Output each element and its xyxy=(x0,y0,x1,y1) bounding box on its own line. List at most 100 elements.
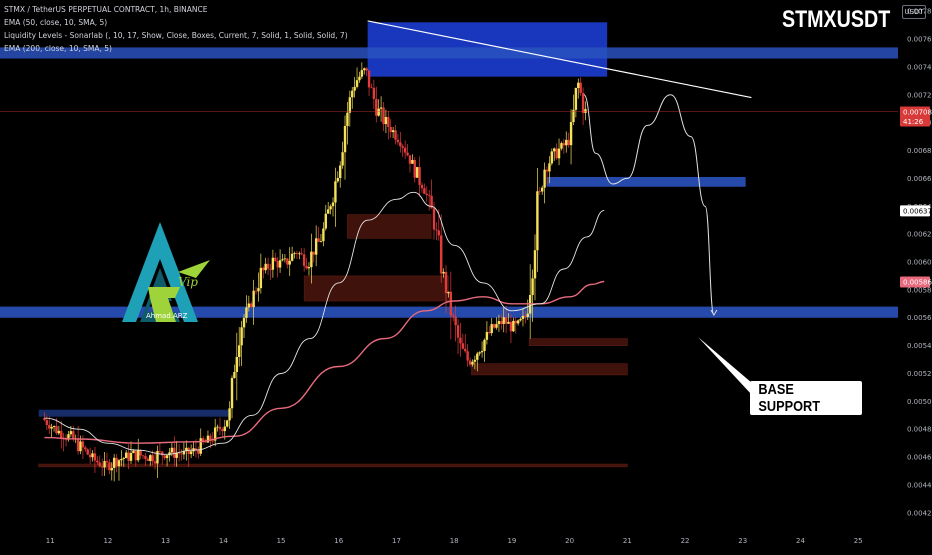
candle-down xyxy=(420,184,424,189)
candle-up xyxy=(112,457,116,468)
candle-down xyxy=(408,155,412,164)
indicator-ema200-legend[interactable]: EMA (200, close, 10, SMA, 5) xyxy=(4,44,112,53)
candle-up xyxy=(199,438,202,454)
candle-down xyxy=(432,208,436,230)
candle-up xyxy=(490,324,493,334)
candle-down xyxy=(418,167,421,185)
price-tick-label: 0.00680 xyxy=(907,147,932,155)
candle-down xyxy=(452,315,455,317)
candle-up xyxy=(502,317,505,324)
candle-up xyxy=(574,88,578,110)
time-tick-label: 15 xyxy=(277,537,286,545)
candle-down xyxy=(96,460,99,463)
candle-up xyxy=(283,258,287,260)
time-tick-label: 20 xyxy=(565,537,574,545)
candle-down xyxy=(514,320,517,324)
candle-up xyxy=(557,148,561,159)
candle-up xyxy=(225,420,229,427)
candle-up xyxy=(189,451,193,455)
candle-down xyxy=(406,152,409,156)
candle-down xyxy=(444,271,448,294)
candle-up xyxy=(565,139,568,146)
indicator-liquidity-legend[interactable]: Liquidity Levels - Sonarlab (, 10, 17, S… xyxy=(4,31,348,40)
candle-down xyxy=(367,70,371,88)
candle-up xyxy=(480,350,484,353)
time-tick-label: 11 xyxy=(46,537,55,545)
currency-badge[interactable]: USDT xyxy=(902,5,926,19)
candle-down xyxy=(146,458,150,461)
candle-down xyxy=(84,447,87,450)
candle-down xyxy=(488,332,491,334)
price-axis-panel[interactable] xyxy=(898,0,932,550)
candle-up xyxy=(91,453,94,458)
time-tick-label: 17 xyxy=(392,537,401,545)
candle-up xyxy=(384,117,388,125)
time-tick-label: 18 xyxy=(450,537,459,545)
candle-down xyxy=(456,325,460,338)
indicator-ema50-legend[interactable]: EMA (50, close, 10, SMA, 5) xyxy=(4,18,107,27)
candle-down xyxy=(108,462,111,471)
candle-up xyxy=(336,178,340,182)
candle-up xyxy=(569,122,573,146)
candle-up xyxy=(233,372,236,378)
candle-down xyxy=(302,254,306,266)
logo-bar-shape xyxy=(148,287,180,298)
candle-down xyxy=(48,424,51,429)
candle-down xyxy=(254,290,258,292)
candle-up xyxy=(259,267,263,289)
candle-up xyxy=(536,191,539,251)
candle-down xyxy=(221,429,224,432)
ema50-price-label: 0.00637 xyxy=(903,207,932,215)
candle-up xyxy=(334,181,337,203)
time-axis-panel[interactable] xyxy=(0,524,932,550)
candle-up xyxy=(533,250,537,279)
candle-down xyxy=(72,431,75,440)
candle-down xyxy=(76,438,80,452)
candle-down xyxy=(403,147,407,153)
candle-up xyxy=(553,148,556,152)
candle-up xyxy=(353,86,356,91)
candle-down xyxy=(211,440,214,442)
candle-up xyxy=(314,238,318,255)
candle-up xyxy=(442,271,445,274)
price-chart-svg[interactable]: 0.007800.007600.007400.007200.007000.006… xyxy=(0,0,932,550)
time-tick-label: 19 xyxy=(507,537,516,545)
candle-up xyxy=(228,408,231,421)
candle-down xyxy=(459,337,462,344)
price-tick-label: 0.00540 xyxy=(907,342,932,350)
candle-down xyxy=(437,230,441,236)
candle-down xyxy=(382,107,385,125)
candle-up xyxy=(358,76,361,81)
base-support-label: BASE SUPPORT xyxy=(758,381,821,415)
candle-down xyxy=(295,253,299,254)
candle-down xyxy=(370,87,373,89)
candle-down xyxy=(401,146,404,148)
candle-up xyxy=(577,82,580,89)
candle-up xyxy=(497,321,501,325)
candle-up xyxy=(341,152,344,166)
chart[interactable]: 0.007800.007600.007400.007200.007000.006… xyxy=(0,0,932,550)
price-tick-label: 0.00560 xyxy=(907,314,932,322)
logo-name-text: Ahmad.ARZ xyxy=(146,312,188,320)
candle-up xyxy=(288,260,291,265)
candle-down xyxy=(538,191,542,193)
candle-up xyxy=(310,251,313,268)
candle-up xyxy=(326,209,330,214)
candle-down xyxy=(365,68,368,71)
candle-up xyxy=(548,163,551,172)
candle-down xyxy=(425,193,428,195)
candle-down xyxy=(134,450,138,461)
logo-vip-text: Vip xyxy=(178,275,198,289)
candle-up xyxy=(57,430,61,434)
candle-up xyxy=(476,353,479,360)
candle-up xyxy=(531,278,534,295)
price-tick-label: 0.00580 xyxy=(907,286,932,294)
candle-up xyxy=(247,303,251,308)
candle-down xyxy=(151,455,154,462)
candle-down xyxy=(88,454,92,458)
time-tick-label: 24 xyxy=(796,537,805,545)
candle-up xyxy=(391,130,395,133)
candle-up xyxy=(238,345,241,358)
candle-down xyxy=(466,351,469,361)
candle-down xyxy=(286,258,289,265)
